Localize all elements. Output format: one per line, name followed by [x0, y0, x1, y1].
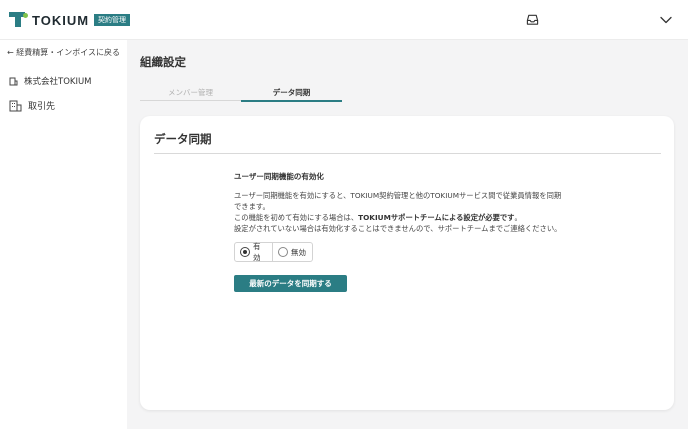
logo-text: TOKIUM: [32, 12, 90, 28]
desc-line: ユーザー同期機能を有効にすると、TOKIUM契約管理と他のTOKIUMサービス間…: [234, 191, 562, 200]
sidebar-item-label: 株式会社TOKIUM: [24, 77, 92, 87]
sidebar-item-organization[interactable]: 株式会社TOKIUM: [9, 75, 92, 87]
logo-badge: 契約管理: [94, 14, 131, 26]
active-tab-indicator: [241, 100, 342, 102]
building-icon: [9, 77, 18, 85]
card-title: データ同期: [154, 132, 212, 146]
chevron-down-icon[interactable]: [660, 15, 672, 25]
data-sync-card: データ同期 ユーザー同期機能の有効化 ユーザー同期機能を有効にすると、TOKIU…: [140, 116, 674, 410]
settings-tabs: メンバー管理 データ同期: [140, 85, 342, 102]
radio-disabled[interactable]: 無効: [273, 242, 313, 262]
logo-mark-icon: [9, 12, 29, 28]
tokium-logo[interactable]: TOKIUM 契約管理: [9, 12, 131, 28]
radio-unchecked-icon: [278, 247, 288, 257]
card-divider: [154, 153, 661, 154]
desc-line: 設定がされていない場合は有効化することはできませんので、サポートチームまでご連絡…: [234, 224, 562, 233]
desc-text: この機能を初めて有効にする場合は、: [234, 213, 359, 222]
office-building-icon: [9, 100, 22, 111]
section-description: ユーザー同期機能を有効にすると、TOKIUM契約管理と他のTOKIUMサービス間…: [234, 190, 654, 234]
user-sync-section: ユーザー同期機能の有効化 ユーザー同期機能を有効にすると、TOKIUM契約管理と…: [234, 171, 654, 292]
desc-line: できます。: [234, 202, 270, 211]
section-title: ユーザー同期機能の有効化: [234, 172, 324, 181]
inbox-icon[interactable]: [526, 13, 539, 26]
desc-text: 。: [514, 213, 522, 222]
sync-latest-data-button[interactable]: 最新のデータを同期する: [234, 275, 347, 292]
desc-bold-text: TOKIUMサポートチームによる設定が必要です: [358, 213, 515, 222]
sync-toggle-radio-group: 有効 無効: [234, 242, 313, 262]
sidebar-item-label: 取引先: [28, 102, 56, 112]
app-header: TOKIUM 契約管理: [0, 0, 688, 40]
radio-checked-icon: [240, 247, 250, 257]
sidebar-item-clients[interactable]: 取引先: [9, 99, 55, 112]
desc-line: この機能を初めて有効にする場合は、TOKIUMサポートチームによる設定が必要です…: [234, 212, 654, 223]
radio-label: 無効: [291, 247, 306, 257]
tab-data-sync[interactable]: データ同期: [241, 87, 342, 98]
page-title: 組織設定: [140, 55, 186, 69]
radio-label: 有効: [253, 242, 261, 262]
radio-enabled[interactable]: 有効: [234, 242, 273, 262]
back-to-expense-link[interactable]: ← 経費精算・インボイスに戻る: [7, 47, 120, 58]
tab-member-management[interactable]: メンバー管理: [140, 87, 241, 98]
sidebar: ← 経費精算・インボイスに戻る 株式会社TOKIUM 取引先: [0, 40, 127, 429]
